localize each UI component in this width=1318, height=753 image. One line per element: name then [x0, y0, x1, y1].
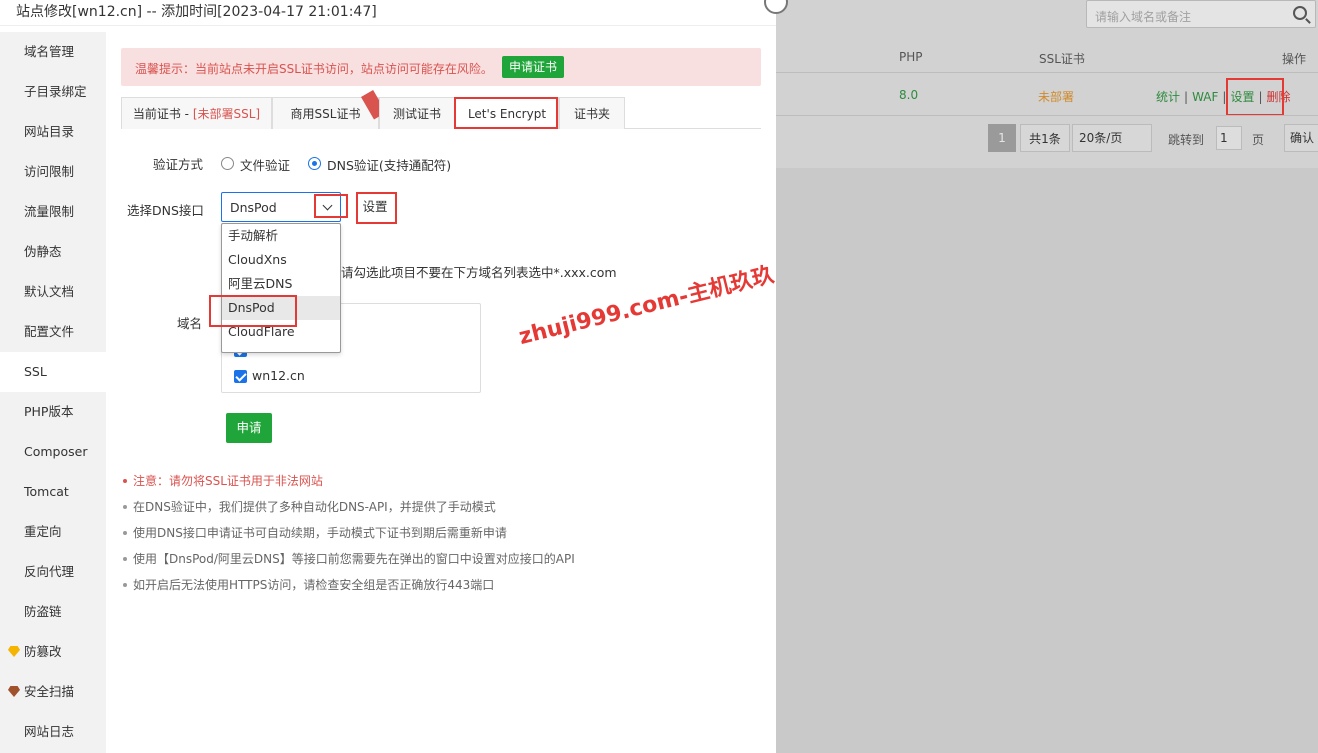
note-item: 如开启后无法使用HTTPS访问，请检查安全组是否正确放行443端口: [121, 572, 761, 598]
note-item: 使用【DnsPod/阿里云DNS】等接口前您需要先在弹出的窗口中设置对应接口的A…: [121, 546, 761, 572]
dns-option-manual[interactable]: 手动解析: [222, 224, 340, 248]
pager-jump-input[interactable]: 1: [1216, 126, 1242, 150]
ssl-warning-alert: 温馨提示：当前站点未开启SSL证书访问，站点访问可能存在风险。 申请证书: [121, 48, 761, 86]
radio-file-verify[interactable]: [221, 157, 234, 170]
notes-list: 注意：请勿将SSL证书用于非法网站 在DNS验证中，我们提供了多种自动化DNS-…: [121, 468, 761, 598]
dns-interface-label: 选择DNS接口: [127, 203, 204, 218]
row-php-version[interactable]: 8.0: [899, 88, 918, 102]
action-stats[interactable]: 统计: [1156, 90, 1180, 104]
dns-option-cloudxns[interactable]: CloudXns: [222, 248, 340, 272]
sidebar-item-log[interactable]: 网站日志: [0, 712, 106, 752]
sidebar-item-php[interactable]: PHP版本: [0, 392, 106, 432]
domain-label: 域名: [177, 316, 203, 331]
dns-option-aliyun[interactable]: 阿里云DNS: [222, 272, 340, 296]
radio-dns-verify-label[interactable]: DNS验证(支持通配符): [327, 155, 451, 174]
sidebar-item-traffic-limit[interactable]: 流量限制: [0, 192, 106, 232]
dns-selected-value: DnsPod: [230, 200, 277, 215]
dns-dropdown-menu: 手动解析 CloudXns 阿里云DNS DnsPod CloudFlare: [221, 223, 341, 353]
sidebar-item-hotlink[interactable]: 防盗链: [0, 592, 106, 632]
sidebar-item-rewrite[interactable]: 伪静态: [0, 232, 106, 272]
alert-text: 温馨提示：当前站点未开启SSL证书访问，站点访问可能存在风险。: [135, 62, 493, 76]
action-waf[interactable]: WAF: [1192, 90, 1218, 104]
tab-label: 当前证书 -: [132, 107, 193, 121]
highlight-letsencrypt-box: [454, 97, 558, 129]
row-ssl-status[interactable]: 未部署: [1038, 88, 1074, 105]
sidebar-item-redirect[interactable]: 重定向: [0, 512, 106, 552]
note-item: 在DNS验证中，我们提供了多种自动化DNS-API，并提供了手动模式: [121, 494, 761, 520]
column-header-php: PHP: [899, 50, 923, 64]
search-icon[interactable]: [1293, 6, 1307, 20]
tab-status: [未部署SSL]: [192, 107, 261, 121]
highlight-arrow-box: [314, 194, 348, 218]
note-item: 注意：请勿将SSL证书用于非法网站: [121, 468, 761, 494]
column-header-ssl: SSL证书: [1039, 52, 1085, 66]
pager-confirm-button[interactable]: 确认: [1284, 124, 1318, 152]
highlight-settings-button-box: [356, 192, 397, 224]
tab-current-cert[interactable]: 当前证书 - [未部署SSL]: [121, 97, 272, 129]
domain-name: wn12.cn: [252, 368, 305, 383]
note-item: 使用DNS接口申请证书可自动续期，手动模式下证书到期后需重新申请: [121, 520, 761, 546]
gem-icon: [8, 686, 20, 697]
sidebar-item-label: 安全扫描: [24, 684, 75, 699]
sidebar-item-scan[interactable]: 安全扫描: [0, 672, 106, 712]
sidebar-item-site-dir[interactable]: 网站目录: [0, 112, 106, 152]
apply-button[interactable]: 申请: [226, 413, 272, 443]
column-header-ops: 操作: [1282, 52, 1307, 66]
sidebar-item-ssl[interactable]: SSL: [0, 352, 106, 392]
sidebar-item-label: 防篡改: [24, 644, 62, 659]
pager-page-unit: 页: [1252, 133, 1265, 147]
highlight-settings-box: [1226, 78, 1284, 116]
highlight-dnspod-box: [209, 295, 297, 327]
background-page: 请输入域名或备注 PHP SSL证书 操作 8.0 未部署 统计 | WAF | 设置 |…: [776, 0, 1318, 753]
sidebar-item-proxy[interactable]: 反向代理: [0, 552, 106, 592]
sidebar-item-access-limit[interactable]: 访问限制: [0, 152, 106, 192]
pager-size-value: 20条/页: [1079, 131, 1123, 145]
tab-test-cert[interactable]: 测试证书: [379, 97, 455, 129]
sidebar-item-tomcat[interactable]: Tomcat: [0, 472, 106, 512]
domain-checkbox[interactable]: [234, 370, 247, 383]
ssl-tabs: 当前证书 - [未部署SSL] 商用SSL证书 测试证书 Let's Encry…: [121, 90, 761, 129]
verify-method-label: 验证方式: [153, 157, 204, 172]
site-search-input[interactable]: 请输入域名或备注: [1086, 0, 1316, 28]
divider: [776, 115, 1318, 116]
apply-cert-button[interactable]: 申请证书: [502, 56, 565, 78]
gem-icon: [8, 646, 20, 657]
pager-current-page[interactable]: 1: [988, 124, 1016, 152]
sidebar-item-default-doc[interactable]: 默认文档: [0, 272, 106, 312]
sidebar: 域名管理 子目录绑定 网站目录 访问限制 流量限制 伪静态 默认文档 配置文件 …: [0, 32, 106, 753]
pager-size-select[interactable]: 20条/页: [1072, 124, 1152, 152]
pager-total: 共1条: [1020, 124, 1070, 152]
sidebar-item-subdir[interactable]: 子目录绑定: [0, 72, 106, 112]
pager-jump-label: 跳转到: [1168, 133, 1205, 147]
wildcard-hint: 请勾选此项目不要在下方域名列表选中*.xxx.com: [341, 265, 617, 280]
sidebar-item-composer[interactable]: Composer: [0, 432, 106, 472]
tab-cert-folder[interactable]: 证书夹: [559, 97, 625, 129]
sidebar-item-domain[interactable]: 域名管理: [0, 32, 106, 72]
sidebar-item-config[interactable]: 配置文件: [0, 312, 106, 352]
search-placeholder: 请输入域名或备注: [1095, 10, 1192, 24]
radio-file-verify-label[interactable]: 文件验证: [240, 155, 290, 174]
divider: [776, 72, 1318, 73]
site-edit-dialog: 站点修改[wn12.cn] -- 添加时间[2023-04-17 21:01:4…: [0, 0, 788, 753]
sidebar-item-tamper[interactable]: 防篡改: [0, 632, 106, 672]
dialog-title: 站点修改[wn12.cn] -- 添加时间[2023-04-17 21:01:4…: [0, 0, 776, 26]
ssl-panel: 温馨提示：当前站点未开启SSL证书访问，站点访问可能存在风险。 申请证书 当前证…: [106, 32, 776, 753]
radio-dns-verify[interactable]: [308, 157, 321, 170]
